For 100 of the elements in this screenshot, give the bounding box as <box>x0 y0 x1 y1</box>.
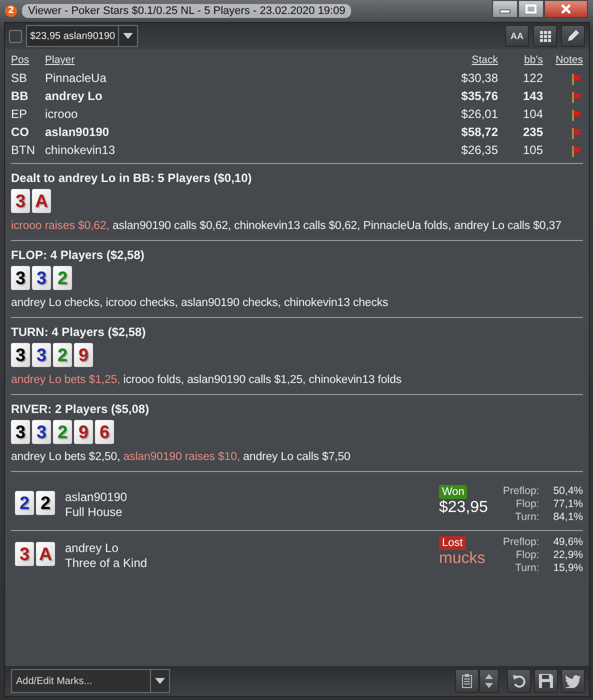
flag-icon[interactable] <box>571 108 583 120</box>
table-cell: $26,01 <box>461 106 498 123</box>
equity-label: Preflop: <box>502 536 540 549</box>
playing-card: 3 <box>11 420 30 444</box>
clipboard-button[interactable] <box>455 669 479 693</box>
table-cell-text: chinokevin13 <box>45 142 116 159</box>
table-cell: $26,35 <box>461 142 498 159</box>
playing-card: 6 <box>95 420 114 444</box>
equity-label: Turn: <box>514 511 540 524</box>
column-header[interactable]: Player <box>45 52 418 69</box>
playing-card: 2 <box>15 491 34 515</box>
caret-icon <box>123 33 134 39</box>
action-text: andrey Lo bets $1,25, <box>11 373 120 388</box>
equity-value: 77,1% <box>552 498 583 511</box>
checkbox[interactable] <box>9 30 22 42</box>
playing-card: 2 <box>53 343 72 367</box>
spin-button[interactable] <box>479 669 499 693</box>
equity-label: Flop: <box>514 498 540 511</box>
table-cell-text: EP <box>11 106 28 123</box>
hand-rank: Three of a Kind <box>65 556 148 570</box>
playing-card: A <box>36 542 55 566</box>
table-cell-text: andrey Lo <box>45 88 104 105</box>
edit-button[interactable] <box>561 25 585 47</box>
maximize-button[interactable] <box>518 0 544 18</box>
up-down-icon <box>485 674 493 688</box>
action-text: andrey Lo calls $7,50 <box>243 450 350 465</box>
result-badge: Lost <box>439 536 466 550</box>
action-text: icrooo checks, <box>106 296 178 311</box>
close-button[interactable] <box>544 0 588 18</box>
column-header[interactable]: Notes <box>556 52 583 69</box>
equity-label: Preflop: <box>502 485 540 498</box>
result-amount: $23,95 <box>439 499 488 517</box>
flag-icon[interactable] <box>571 144 583 156</box>
equity-value: 50,4% <box>552 485 583 498</box>
playing-card: 9 <box>74 343 93 367</box>
action-text: aslan90190 raises $10, <box>123 450 240 465</box>
action-text: chinokevin13 calls $0,62, <box>234 219 360 234</box>
clipboard-icon <box>462 674 472 688</box>
street-heading: TURN: 4 Players ($2,58) <box>11 325 147 339</box>
minimize-button[interactable] <box>492 0 518 18</box>
equity-value: 15,9% <box>552 562 583 575</box>
playing-card: 3 <box>11 266 30 290</box>
playing-card: 3 <box>32 343 51 367</box>
playing-card: 2 <box>53 266 72 290</box>
playing-card: 3 <box>32 420 51 444</box>
table-cell-text: PinnacleUa <box>45 70 108 87</box>
equity-value: 49,6% <box>552 536 583 549</box>
flag-icon[interactable] <box>571 90 583 102</box>
hand-dropdown[interactable]: $23,95 aslan90190 <box>26 25 138 47</box>
street-heading: RIVER: 2 Players ($5,08) <box>11 402 150 416</box>
playing-card: 3 <box>32 266 51 290</box>
undo-button[interactable] <box>507 669 531 693</box>
action-text: andrey Lo checks, <box>11 296 103 311</box>
playing-card: 2 <box>36 491 55 515</box>
table-cell: 235 <box>522 124 543 141</box>
result-amount: mucks <box>439 550 486 568</box>
window-title: Viewer - Poker Stars $0.1/0.25 NL - 5 Players - 23.02.2020 19:09 <box>22 4 352 18</box>
marks-field[interactable]: Add/Edit Marks... <box>11 669 151 693</box>
table-cell-text: icrooo <box>45 106 79 123</box>
action-text: icrooo folds, <box>123 373 184 388</box>
table-cell: 143 <box>522 88 543 105</box>
action-text: PinnacleUa folds, <box>363 219 452 234</box>
action-text: icrooo raises $0,62, <box>11 219 110 234</box>
equity-value: 22,9% <box>552 549 583 562</box>
table-cell: $35,76 <box>461 88 498 105</box>
flag-icon[interactable] <box>571 126 583 138</box>
equity-label: Turn: <box>514 562 540 575</box>
playing-card: 3 <box>15 542 34 566</box>
share-button[interactable] <box>561 669 585 693</box>
equity-value: 84,1% <box>552 511 583 524</box>
table-cell: $30,38 <box>461 70 498 87</box>
table-cell-text: aslan90190 <box>45 124 110 141</box>
player-name: aslan90190 <box>65 490 128 504</box>
dropdown-button[interactable] <box>151 669 170 693</box>
hand-rank: Full House <box>65 505 124 519</box>
playing-card: 3 <box>11 343 30 367</box>
action-text: aslan90190 calls $0,62, <box>112 219 232 234</box>
action-text: andrey Lo bets $2,50, <box>11 450 120 465</box>
playing-card: 9 <box>74 420 93 444</box>
column-header[interactable]: bb's <box>524 52 543 69</box>
street-heading: Dealt to andrey Lo in BB: 5 Players ($0,10) <box>11 171 253 185</box>
table-cell-text: CO <box>11 124 30 141</box>
action-text: chinokevin13 folds <box>308 373 402 388</box>
close-icon <box>560 4 572 14</box>
column-header[interactable]: Stack <box>472 52 498 69</box>
action-text: aslan90190 checks, <box>180 296 281 311</box>
table-cell-text: BTN <box>11 142 36 159</box>
app-icon: 2 <box>5 5 17 17</box>
maximize-icon <box>525 4 537 14</box>
save-button[interactable] <box>534 669 558 693</box>
playing-card: A <box>32 189 51 213</box>
pencil-icon <box>566 29 580 43</box>
result-badge: Won <box>439 485 468 499</box>
font-size-button[interactable]: AA <box>505 25 529 47</box>
flag-icon[interactable] <box>571 72 583 84</box>
column-header[interactable]: Pos <box>11 52 45 69</box>
action-text: aslan90190 calls $1,25, <box>187 373 306 388</box>
action-text: andrey Lo calls $0,37 <box>454 219 562 234</box>
street-heading: FLOP: 4 Players ($2,58) <box>11 248 146 262</box>
grid-button[interactable] <box>533 25 557 47</box>
